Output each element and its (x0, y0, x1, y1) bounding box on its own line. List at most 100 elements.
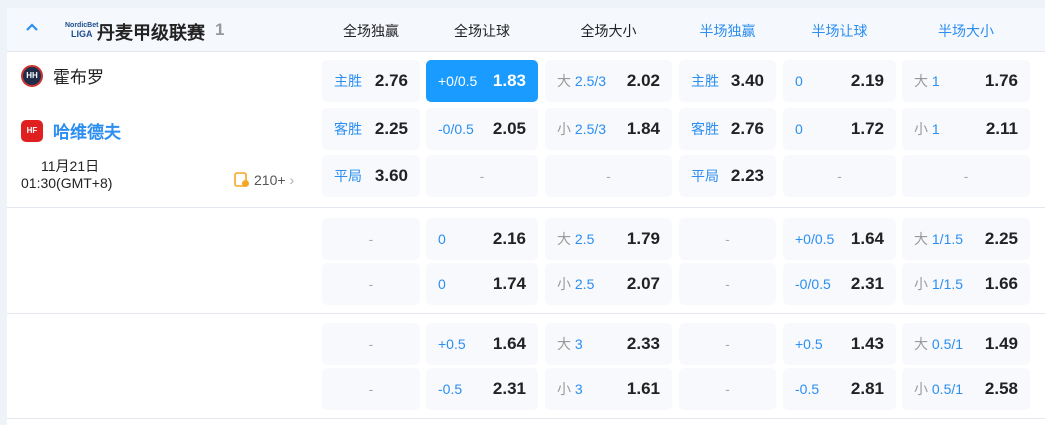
odds-cell[interactable]: -0.5 2.81 (783, 368, 896, 410)
odds-cell[interactable]: 客胜 2.25 (322, 108, 420, 150)
odds-cell[interactable]: +0/0.5 1.64 (783, 218, 896, 260)
odds-cell[interactable]: 大 0.5/1 1.49 (902, 323, 1030, 365)
odds-cell[interactable]: 大 2.5 1.79 (545, 218, 672, 260)
odds-line: 3 (574, 336, 583, 352)
odds-cell[interactable]: 0 2.19 (783, 60, 896, 102)
odds-label: 大 0.5/1 (914, 334, 963, 354)
odds-value: 1.43 (850, 334, 884, 353)
odds-label: 大 2.5 (557, 229, 594, 249)
league-panel: NordicBet LIGA 丹麦甲级联赛 1 全场独赢 全场让球 全场大小 半场独赢 半… (7, 8, 1045, 425)
odds-value: 2.31 (492, 379, 526, 398)
away-team-name: 哈维德夫 (53, 123, 121, 142)
odds-cell[interactable]: 小 1/1.5 1.66 (902, 263, 1030, 305)
odds-cell[interactable]: 小 1 2.11 (902, 108, 1030, 150)
chevron-up-icon[interactable] (25, 20, 39, 34)
odds-value: 2.25 (984, 229, 1018, 248)
odds-cell: - (679, 218, 776, 260)
odds-label: 小 1/1.5 (914, 274, 963, 294)
odds-label: +0/0.5 (795, 231, 834, 247)
column-header: 半场大小 (938, 23, 994, 39)
home-team-logo: HH (21, 64, 43, 87)
odds-value: 2.25 (374, 119, 408, 138)
odds-line: -0.5 (438, 381, 463, 397)
odds-line: 0 (438, 231, 446, 247)
odds-prefix: 大 (914, 231, 928, 247)
odds-line: -0/0.5 (438, 121, 474, 137)
odds-value: 1.66 (984, 274, 1018, 293)
group-divider (7, 313, 1045, 314)
column-header: 全场让球 (454, 23, 510, 39)
odds-value: 3.60 (374, 166, 408, 185)
odds-value: 1.49 (984, 334, 1018, 353)
odds-cell[interactable]: 主胜 2.76 (322, 60, 420, 102)
odds-cell: - (679, 323, 776, 365)
odds-label: -0.5 (438, 381, 462, 397)
odds-value: 1.72 (850, 119, 884, 138)
odds-line: 2.5 (574, 231, 595, 247)
group-divider (7, 207, 1045, 208)
league-header: NordicBet LIGA 丹麦甲级联赛 1 全场独赢 全场让球 全场大小 半场独赢 半… (7, 8, 1045, 52)
odds-cell[interactable]: 平局 2.23 (679, 155, 776, 197)
odds-label: 主胜 (691, 71, 719, 91)
odds-cell[interactable]: -0.5 2.31 (426, 368, 538, 410)
odds-cell[interactable]: 平局 3.60 (322, 155, 420, 197)
odds-cell: - (679, 263, 776, 305)
odds-cell[interactable]: +0/0.5 1.83 (426, 60, 538, 102)
odds-cell: - (322, 323, 420, 365)
odds-cell: - (783, 155, 896, 197)
odds-label: +0/0.5 (438, 73, 477, 89)
match-time: 11月21日 01:30(GMT+8) (21, 158, 112, 192)
odds-prefix: 大 (557, 73, 571, 89)
odds-label: 小 0.5/1 (914, 379, 963, 399)
odds-cell[interactable]: 0 1.74 (426, 263, 538, 305)
odds-cell[interactable]: 0 2.16 (426, 218, 538, 260)
group-divider (7, 418, 1045, 419)
odds-cell[interactable]: -0/0.5 2.05 (426, 108, 538, 150)
odds-cell[interactable]: +0.5 1.64 (426, 323, 538, 365)
odds-label: 小 2.5/3 (557, 119, 606, 139)
odds-prefix: 大 (914, 73, 928, 89)
odds-value: 2.19 (850, 71, 884, 90)
odds-prefix: 小 (914, 276, 928, 292)
more-markets-button[interactable]: 210+ › (234, 172, 294, 188)
odds-prefix: 小 (557, 276, 571, 292)
odds-cell[interactable]: 大 2.5/3 2.02 (545, 60, 672, 102)
odds-label: 客胜 (334, 119, 362, 139)
odds-label: +0.5 (438, 336, 466, 352)
odds-value: 1.64 (850, 229, 884, 248)
odds-line: 1/1.5 (931, 276, 964, 292)
odds-line: 主胜 (691, 73, 719, 89)
odds-cell: - (902, 155, 1030, 197)
odds-label: -0/0.5 (795, 276, 831, 292)
odds-line: 0 (795, 73, 803, 89)
odds-cell[interactable]: -0/0.5 2.31 (783, 263, 896, 305)
odds-line: 0.5/1 (931, 381, 964, 397)
odds-line: -0/0.5 (795, 276, 831, 292)
odds-label: 小 3 (557, 379, 583, 399)
odds-cell[interactable]: 小 0.5/1 2.58 (902, 368, 1030, 410)
odds-line: 2.5/3 (574, 121, 607, 137)
odds-cell[interactable]: 0 1.72 (783, 108, 896, 150)
odds-cell[interactable]: 大 1/1.5 2.25 (902, 218, 1030, 260)
odds-prefix: 大 (914, 336, 928, 352)
odds-cell[interactable]: 小 2.5/3 1.84 (545, 108, 672, 150)
odds-line: -0.5 (795, 381, 820, 397)
match-count: 1 (215, 20, 225, 39)
odds-line: 0.5/1 (931, 336, 964, 352)
odds-cell[interactable]: 小 2.5 2.07 (545, 263, 672, 305)
odds-cell[interactable]: 客胜 2.76 (679, 108, 776, 150)
away-team[interactable]: HF 哈维德夫 (21, 118, 121, 143)
odds-cell[interactable]: 主胜 3.40 (679, 60, 776, 102)
league-name: 丹麦甲级联赛 (97, 23, 205, 43)
odds-cell[interactable]: +0.5 1.43 (783, 323, 896, 365)
odds-value: 2.07 (626, 274, 660, 293)
odds-cell[interactable]: 大 3 2.33 (545, 323, 672, 365)
home-team[interactable]: HH 霍布罗 (21, 63, 104, 88)
odds-cell[interactable]: 小 3 1.61 (545, 368, 672, 410)
odds-cell[interactable]: 大 1 1.76 (902, 60, 1030, 102)
odds-label: 大 1/1.5 (914, 229, 963, 249)
away-team-logo: HF (21, 119, 43, 142)
odds-prefix: 大 (557, 231, 571, 247)
odds-label: 小 2.5 (557, 274, 594, 294)
odds-value: 2.23 (730, 166, 764, 185)
